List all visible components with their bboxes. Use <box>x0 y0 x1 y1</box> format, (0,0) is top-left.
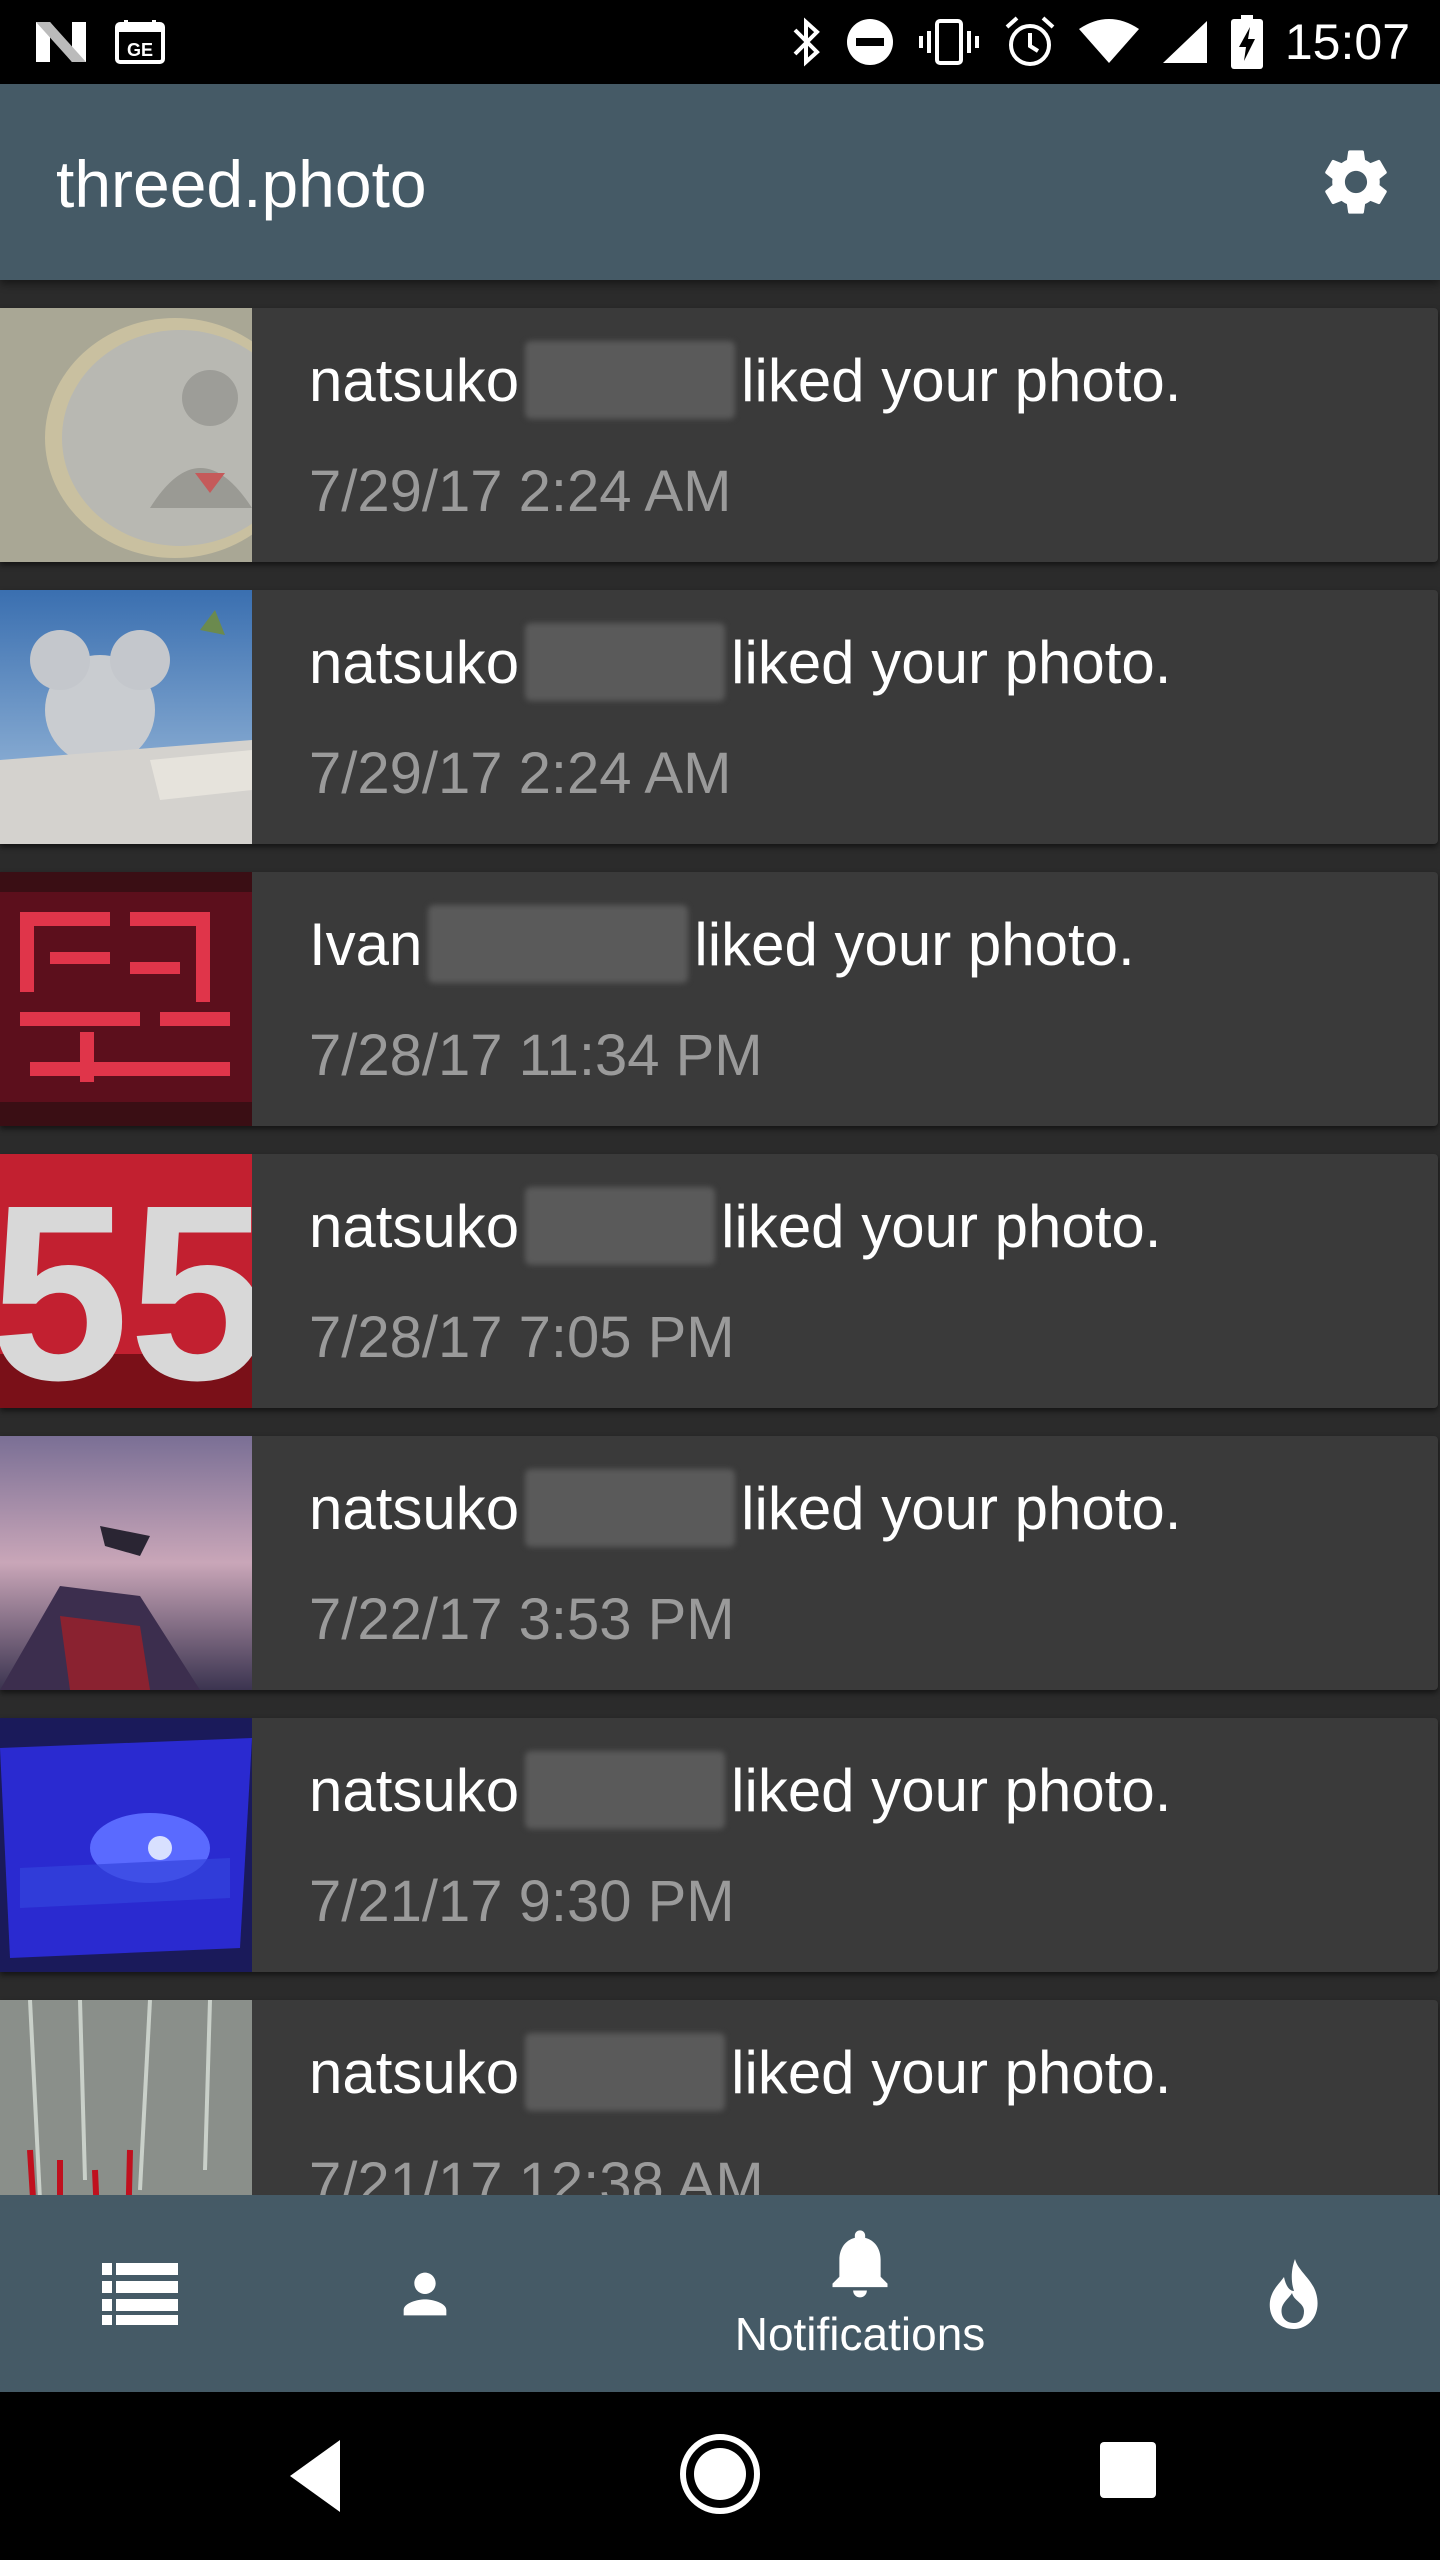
notification-time: 7/21/17 9:30 PM <box>309 1869 735 1934</box>
user-name: Ivan <box>309 910 423 978</box>
notification-card[interactable]: natsuko liked your photo. 7/29/17 2:24 A… <box>0 308 1438 562</box>
user-name: natsuko <box>309 346 520 414</box>
n-logo-icon <box>36 22 86 62</box>
notification-text: natsuko liked your photo. <box>309 1469 1182 1547</box>
list-icon <box>102 2262 178 2325</box>
redacted-surname <box>525 1469 736 1547</box>
calendar-news-icon: GE <box>115 20 165 64</box>
nav-profile[interactable] <box>325 2195 525 2392</box>
photo-thumbnail[interactable]: 55 <box>0 1154 252 1408</box>
notification-text: natsuko liked your photo. <box>309 1751 1172 1829</box>
flame-icon <box>1269 2258 1318 2329</box>
back-icon[interactable] <box>286 2436 342 2516</box>
notification-card[interactable]: natsuko liked your photo. 7/21/17 12:38 … <box>0 2000 1438 2195</box>
notification-text: natsuko liked your photo. <box>309 623 1172 701</box>
notification-card[interactable]: 55 natsuko liked your photo. 7/28/17 7:0… <box>0 1154 1438 1408</box>
bluetooth-icon <box>793 17 820 67</box>
app-title: threed.photo <box>56 147 427 221</box>
notification-text: natsuko liked your photo. <box>309 2033 1172 2111</box>
action-text: liked your photo. <box>731 628 1172 696</box>
battery-charging-icon <box>1230 15 1263 69</box>
notification-time: 7/28/17 7:05 PM <box>309 1305 735 1370</box>
svg-text:55: 55 <box>0 1154 252 1408</box>
user-name: natsuko <box>309 2038 520 2106</box>
photo-thumbnail[interactable] <box>0 590 252 844</box>
recents-icon[interactable] <box>1100 2442 1156 2498</box>
status-time: 15:07 <box>1284 14 1410 70</box>
redacted-surname <box>525 2033 726 2111</box>
photo-thumbnail[interactable] <box>0 872 252 1126</box>
status-bar: GE 15:07 <box>0 0 1440 84</box>
cell-signal-icon <box>1162 21 1207 63</box>
notification-text: Ivan liked your photo. <box>309 905 1135 983</box>
do-not-disturb-icon <box>846 19 893 65</box>
notification-text: natsuko liked your photo. <box>309 341 1182 419</box>
notification-time: 7/21/17 12:38 AM <box>309 2151 764 2195</box>
wifi-icon <box>1078 19 1139 63</box>
nav-feed[interactable] <box>40 2195 240 2392</box>
gear-icon[interactable] <box>1318 144 1394 220</box>
user-name: natsuko <box>309 628 520 696</box>
bell-icon <box>832 2229 888 2297</box>
user-name: natsuko <box>309 1474 520 1542</box>
photo-thumbnail[interactable] <box>0 308 252 562</box>
action-text: liked your photo. <box>721 1192 1162 1260</box>
bottom-nav: Notifications <box>0 2195 1440 2392</box>
action-text: liked your photo. <box>694 910 1135 978</box>
notification-card[interactable]: natsuko liked your photo. 7/22/17 3:53 P… <box>0 1436 1438 1690</box>
photo-thumbnail[interactable] <box>0 1718 252 1972</box>
notification-text: natsuko liked your photo. <box>309 1187 1162 1265</box>
app-bar: threed.photo <box>0 84 1440 280</box>
redacted-surname <box>525 1187 716 1265</box>
photo-thumbnail[interactable] <box>0 1436 252 1690</box>
vibrate-icon <box>918 19 979 65</box>
notification-card[interactable]: natsuko liked your photo. 7/29/17 2:24 A… <box>0 590 1438 844</box>
action-text: liked your photo. <box>731 1756 1172 1824</box>
nav-label-notifications: Notifications <box>734 2307 986 2360</box>
notification-time: 7/28/17 11:34 PM <box>309 1023 763 1088</box>
redacted-surname <box>525 623 726 701</box>
notification-time: 7/29/17 2:24 AM <box>309 459 732 524</box>
nav-trending[interactable] <box>1195 2195 1395 2392</box>
person-icon <box>403 2272 447 2315</box>
notification-list: natsuko liked your photo. 7/29/17 2:24 A… <box>0 280 1440 2195</box>
user-name: natsuko <box>309 1756 520 1824</box>
system-nav <box>0 2392 1440 2560</box>
redacted-surname <box>525 341 736 419</box>
action-text: liked your photo. <box>741 346 1182 414</box>
svg-text:GE: GE <box>127 40 153 60</box>
notification-time: 7/29/17 2:24 AM <box>309 741 732 806</box>
notification-card[interactable]: Ivan liked your photo. 7/28/17 11:34 PM <box>0 872 1438 1126</box>
alarm-icon <box>1005 16 1055 66</box>
nav-notifications[interactable]: Notifications <box>690 2195 1030 2392</box>
user-name: natsuko <box>309 1192 520 1260</box>
action-text: liked your photo. <box>741 1474 1182 1542</box>
action-text: liked your photo. <box>731 2038 1172 2106</box>
redacted-surname <box>525 1751 726 1829</box>
notification-card[interactable]: natsuko liked your photo. 7/21/17 9:30 P… <box>0 1718 1438 1972</box>
redacted-surname <box>428 905 689 983</box>
home-icon[interactable] <box>678 2432 762 2516</box>
notification-time: 7/22/17 3:53 PM <box>309 1587 735 1652</box>
photo-thumbnail[interactable] <box>0 2000 252 2195</box>
